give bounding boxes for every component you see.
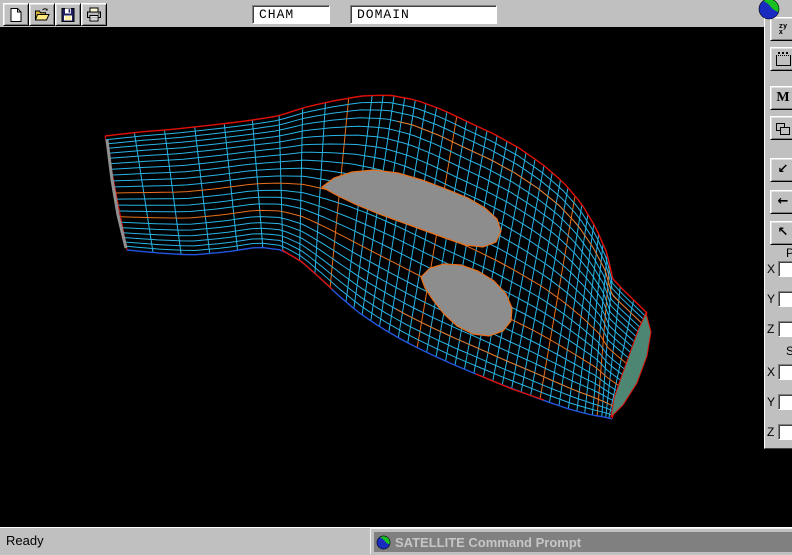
- axis-row: Z: [765, 424, 792, 442]
- window-outline-icon: [776, 55, 791, 66]
- satellite-globe-icon: [376, 535, 391, 550]
- outlet-face: [611, 313, 651, 417]
- arrow-up-left-button[interactable]: ↖: [770, 221, 792, 245]
- satellite-app-window: { "toolbar": { "buttons": [ {"name": "ne…: [0, 0, 792, 554]
- command-prompt-titlebar[interactable]: SATELLITE Command Prompt: [374, 532, 792, 552]
- axis-row: Y: [765, 291, 792, 309]
- new-file-icon: [8, 7, 24, 23]
- axis-label: X: [767, 365, 775, 379]
- mesh-longitudinal-line: [126, 243, 613, 415]
- xyz-values-icon: zy x: [779, 23, 787, 35]
- axis-label: Y: [767, 395, 775, 409]
- save-button[interactable]: [55, 3, 81, 26]
- group-label-0: P: [786, 246, 792, 260]
- toolbar: [0, 0, 764, 29]
- axis-value-field[interactable]: [778, 261, 792, 277]
- window-outline-button[interactable]: [770, 47, 792, 71]
- axis-label: Y: [767, 292, 775, 306]
- command-prompt-title: SATELLITE Command Prompt: [395, 535, 581, 550]
- axis-row: Z: [765, 321, 792, 339]
- axis-label: X: [767, 262, 775, 276]
- arrow-down-left-icon: ↙: [778, 160, 789, 180]
- axis-row: X: [765, 364, 792, 382]
- axis-row: X: [765, 261, 792, 279]
- mesh-longitudinal-line: [120, 204, 625, 383]
- side-panel: zy xM↙←↖PXYZSXYZ: [764, 0, 792, 449]
- toolbar-buttons: [3, 3, 107, 26]
- mesh-toggle-button[interactable]: M: [770, 86, 792, 110]
- objects-button[interactable]: [770, 116, 792, 140]
- objects-icon: [776, 123, 785, 131]
- axis-row: Y: [765, 394, 792, 412]
- viewport-canvas[interactable]: [0, 0, 792, 554]
- arrow-left-button[interactable]: ←: [770, 190, 792, 214]
- mesh-toggle-icon: M: [776, 88, 789, 108]
- axis-value-field[interactable]: [778, 424, 792, 440]
- print-icon: [86, 7, 102, 23]
- status-text: Ready: [6, 528, 44, 554]
- upper-island: [322, 170, 501, 247]
- arrow-down-left-button[interactable]: ↙: [770, 158, 792, 182]
- case-field[interactable]: [252, 5, 330, 24]
- new-button[interactable]: [3, 3, 29, 26]
- axis-label: Z: [767, 425, 774, 439]
- print-button[interactable]: [81, 3, 107, 26]
- phoenics-logo-icon: [757, 0, 781, 22]
- axis-value-field[interactable]: [778, 364, 792, 380]
- group-label-1: S: [786, 344, 792, 358]
- open-folder-icon: [34, 7, 50, 23]
- open-button[interactable]: [29, 3, 55, 26]
- save-floppy-icon: [60, 7, 76, 23]
- arrow-left-icon: ←: [778, 192, 789, 212]
- axis-value-field[interactable]: [778, 291, 792, 307]
- domain-field[interactable]: [350, 5, 497, 24]
- command-prompt-window[interactable]: SATELLITE Command Prompt: [370, 528, 792, 554]
- axis-value-field[interactable]: [778, 394, 792, 410]
- arrow-up-left-icon: ↖: [778, 223, 789, 243]
- axis-label: Z: [767, 322, 774, 336]
- axis-value-field[interactable]: [778, 321, 792, 337]
